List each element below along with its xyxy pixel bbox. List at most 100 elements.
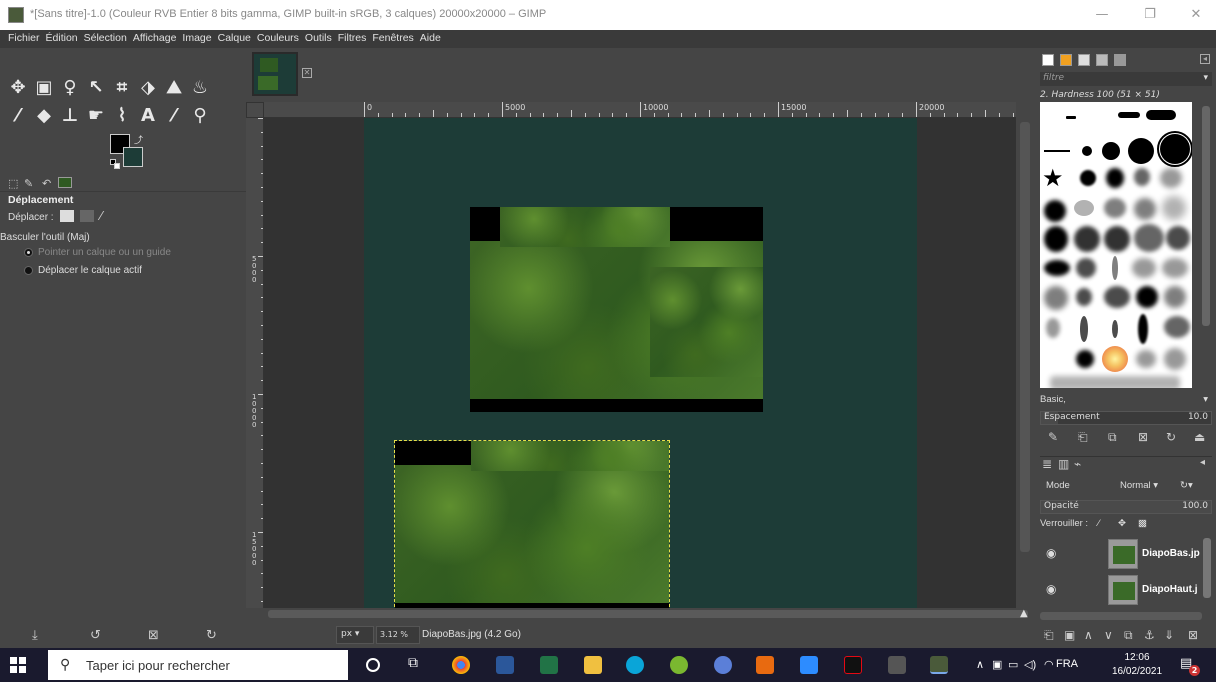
unified-transform-tool-icon[interactable]: ⬗ [138,78,158,98]
menu-image[interactable]: Image [179,30,214,46]
radio-pick-layer[interactable] [24,248,33,257]
task-view-icon[interactable]: ⧉ [408,655,426,673]
vertical-ruler[interactable]: 5000 10000 15000 [246,118,264,608]
brush-preset-select[interactable]: Basic, ▾ [1040,394,1212,408]
rect-select-tool-icon[interactable]: ▣ [34,78,54,98]
channels-tab-icon[interactable]: ▥ [1058,457,1069,471]
menu-aide[interactable]: Aide [417,30,444,46]
open-brush-icon[interactable]: ⏏ [1194,430,1205,444]
lock-position-icon[interactable]: ✥ [1118,518,1126,529]
gimp-active-taskbar-icon[interactable] [930,656,948,674]
layer-name[interactable]: DiapoHaut.j [1142,584,1198,595]
chevron-down-icon[interactable]: ▾ [1203,73,1208,83]
image-tab-thumbnail[interactable] [252,52,298,96]
eraser-tool-icon[interactable]: ◆ [34,106,54,126]
close-button[interactable]: ✕ [1176,4,1216,26]
images-tab-icon[interactable] [58,177,72,188]
free-select-tool-icon[interactable]: ♀ [60,78,80,98]
menu-couleurs[interactable]: Couleurs [254,30,302,46]
ruler-corner-menu-icon[interactable] [246,102,264,118]
layer-row-diapobas[interactable]: ◉ DiapoBas.jp [1040,536,1202,572]
patterns-tab-icon[interactable] [1060,54,1072,66]
text-tool-icon[interactable]: A [138,106,158,126]
paths-tab-icon[interactable]: ⌁ [1074,457,1081,471]
lower-layer-icon[interactable]: ∨ [1104,628,1113,642]
paintbrush-tool-icon[interactable]: ⁄ [8,106,28,126]
layer-diapohaut[interactable] [470,207,763,412]
gimp-taskbar-icon[interactable] [888,656,906,674]
delete-options-icon[interactable]: ⊠ [148,628,159,643]
fuzzy-select-tool-icon[interactable]: ↖ [86,78,106,98]
color-picker-tool-icon[interactable]: ⁄ [164,106,184,126]
duplicate-brush-icon[interactable]: ⧉ [1108,430,1117,445]
smudge-tool-icon[interactable]: ☛ [86,106,106,126]
windows-start-icon[interactable] [10,657,26,673]
zoom-select[interactable]: 3.12 % [376,626,420,644]
swap-colors-icon[interactable]: ⤴ [134,133,143,146]
move-path-icon[interactable]: ⁄ [100,209,102,223]
taskbar-search-box[interactable]: ⚲ Taper ici pour rechercher [48,650,348,680]
brush-grid-scrollbar[interactable] [1200,102,1212,388]
battery-icon[interactable]: ▭ [1008,658,1018,671]
layers-panel-menu-icon[interactable]: ◂ [1200,457,1205,468]
crop-tool-icon[interactable]: ⌗ [112,78,132,98]
menu-fenetres[interactable]: Fenêtres [369,30,416,46]
refresh-brushes-icon[interactable]: ↻ [1166,430,1176,444]
anchor-layer-icon[interactable]: ⚓ [1144,628,1155,642]
delete-brush-icon[interactable]: ⊠ [1138,430,1148,444]
opacity-slider[interactable]: Opacité 100.0 [1040,500,1212,514]
odp-icon[interactable] [756,656,774,674]
background-color-swatch[interactable] [123,147,143,167]
menu-edition[interactable]: Édition [43,30,81,46]
layers-scrollbar[interactable] [1202,536,1212,610]
merge-layer-icon[interactable]: ⇓ [1164,628,1174,642]
netflix-icon[interactable] [844,656,862,674]
delete-layer-icon[interactable]: ⊠ [1188,628,1198,642]
radio-move-active-layer[interactable] [24,266,33,275]
layers-horizontal-scrollbar[interactable] [1040,612,1202,620]
fonts-tab-icon[interactable] [1078,54,1090,66]
close-image-tab-icon[interactable]: ✕ [302,68,312,78]
menu-affichage[interactable]: Affichage [130,30,180,46]
cortana-icon[interactable] [366,658,380,672]
minimize-button[interactable]: — [1082,4,1122,26]
raise-layer-icon[interactable]: ∧ [1084,628,1093,642]
mode-select[interactable]: Normal ▾ [1120,480,1158,491]
tray-chevron-icon[interactable]: ∧ [976,658,984,671]
image-canvas[interactable] [264,118,1016,608]
new-brush-icon[interactable]: ⎗ [1078,430,1088,445]
move-tool-icon[interactable]: ✥ [8,78,28,98]
brush-grid[interactable]: ★ [1040,102,1192,388]
horizontal-ruler[interactable]: 0 5000 10000 15000 20000 [264,102,1016,118]
edge-icon[interactable] [626,656,644,674]
radio-move-active-layer-label[interactable]: Déplacer le calque actif [38,265,142,276]
navigate-icon[interactable]: ▲ [1020,608,1034,620]
word-icon[interactable] [496,656,514,674]
mode-reset-icon[interactable]: ↻▾ [1180,480,1193,491]
visibility-eye-icon[interactable]: ◉ [1046,546,1056,560]
horizontal-scrollbar[interactable] [246,608,1036,620]
gradients-tab-icon[interactable] [1096,54,1108,66]
menu-fichier[interactable]: Fichier [0,30,43,46]
edit-brush-icon[interactable]: ✎ [1048,430,1058,444]
brushes-panel-menu-icon[interactable]: ◂ [1200,54,1210,64]
layer-row-diapohaut[interactable]: ◉ DiapoHaut.j [1040,572,1202,608]
paths-tool-icon[interactable]: ⌇ [112,106,132,126]
zoom-app-icon[interactable] [800,656,818,674]
volume-icon[interactable]: ◁) [1024,658,1036,671]
undo-history-tab-icon[interactable]: ↶ [42,177,51,190]
language-indicator[interactable]: FRA [1056,658,1078,670]
vertical-scrollbar[interactable] [1016,102,1034,608]
reset-options-icon[interactable]: ↻ [206,628,217,643]
menu-selection[interactable]: Sélection [81,30,130,46]
clock[interactable]: 12:06 16/02/2021 [1112,651,1162,679]
layer-diapobas-selected[interactable] [394,440,670,608]
brushes-tab-icon[interactable] [1042,54,1054,66]
new-group-icon[interactable]: ▣ [1064,628,1075,642]
restore-options-icon[interactable]: ↺ [90,628,101,643]
new-layer-icon[interactable]: ⎗ [1044,628,1054,643]
menu-outils[interactable]: Outils [302,30,335,46]
zoom-tool-icon[interactable]: ⚲ [190,106,210,126]
menu-filtres[interactable]: Filtres [335,30,370,46]
visibility-eye-icon[interactable]: ◉ [1046,582,1056,596]
